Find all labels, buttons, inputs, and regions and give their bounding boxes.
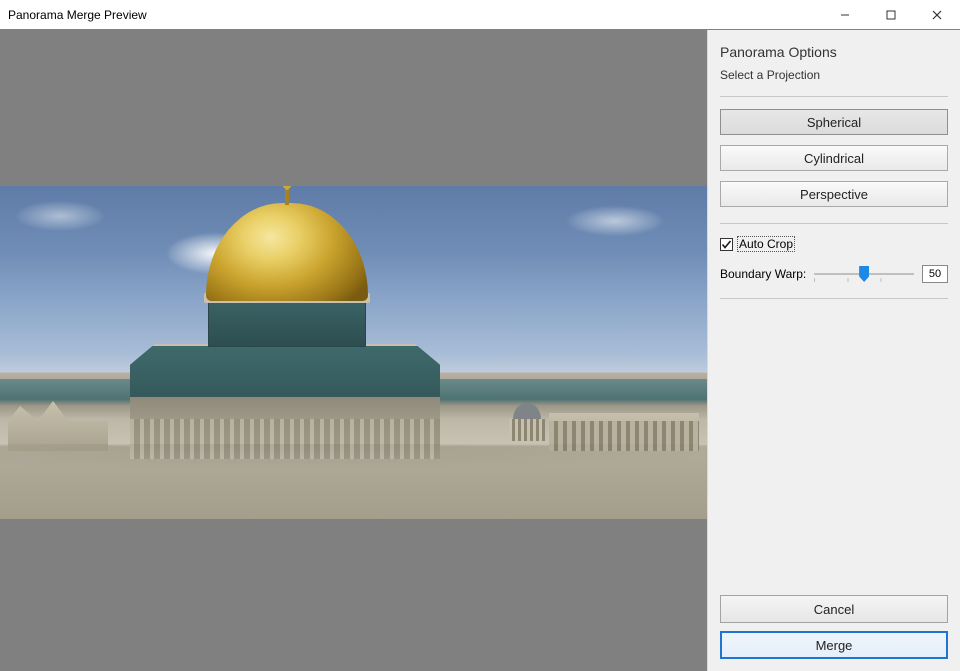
titlebar: Panorama Merge Preview: [0, 0, 960, 30]
boundary-warp-row: Boundary Warp: 50: [720, 264, 948, 284]
maximize-button[interactable]: [868, 0, 914, 29]
sky-cloud: [0, 196, 120, 236]
divider: [720, 223, 948, 224]
boundary-warp-slider[interactable]: [814, 264, 914, 284]
autocrop-row: Auto Crop: [720, 236, 948, 252]
divider: [720, 96, 948, 97]
sky-cloud: [550, 201, 680, 241]
boundary-warp-value[interactable]: 50: [922, 265, 948, 283]
window-controls: [822, 0, 960, 29]
panorama-preview[interactable]: [0, 30, 707, 671]
close-button[interactable]: [914, 0, 960, 29]
projection-cylindrical-button[interactable]: Cylindrical: [720, 145, 948, 171]
boundary-warp-label: Boundary Warp:: [720, 267, 806, 281]
content: Panorama Options Select a Projection Sph…: [0, 30, 960, 671]
spacer: [720, 311, 948, 587]
options-panel: Panorama Options Select a Projection Sph…: [707, 30, 960, 671]
plaza: [0, 444, 707, 519]
window-title: Panorama Merge Preview: [0, 8, 822, 22]
panel-heading: Panorama Options: [720, 44, 948, 60]
merge-button[interactable]: Merge: [720, 631, 948, 659]
dome-finial: [285, 187, 289, 205]
dome-drum: [208, 301, 366, 347]
divider: [720, 298, 948, 299]
cancel-button[interactable]: Cancel: [720, 595, 948, 623]
projection-spherical-button[interactable]: Spherical: [720, 109, 948, 135]
minimize-button[interactable]: [822, 0, 868, 29]
panorama-image: [0, 186, 707, 519]
check-icon: [721, 239, 732, 250]
autocrop-label[interactable]: Auto Crop: [737, 236, 795, 252]
autocrop-checkbox[interactable]: [720, 238, 733, 251]
small-dome: [513, 403, 541, 419]
projection-label: Select a Projection: [720, 68, 948, 82]
projection-perspective-button[interactable]: Perspective: [720, 181, 948, 207]
